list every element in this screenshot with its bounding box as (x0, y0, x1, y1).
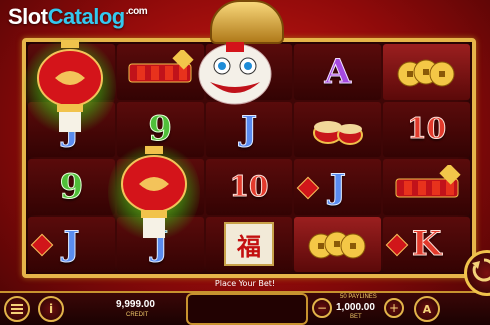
tag-icon (30, 233, 54, 257)
symbol-fu: 福 (205, 216, 293, 272)
lantern-icon (121, 146, 187, 238)
control-bar: i 9,999.00 CREDIT − 50 PAYLINES 1,000.00… (0, 291, 490, 325)
symbol-10: 10 (383, 101, 470, 157)
symbol-coins (294, 216, 382, 272)
letter-10: 10 (229, 169, 269, 203)
symbol-coins (383, 44, 470, 100)
watermark-catalog: Catalog (47, 4, 126, 29)
winning-lantern-2 (108, 140, 200, 244)
drums-icon (312, 121, 363, 146)
menu-button[interactable] (4, 296, 30, 322)
symbol-firecrackers (116, 44, 204, 100)
symbol-10: 10 (205, 159, 293, 215)
letter-A: A (324, 51, 351, 92)
letter-9: 9 (59, 166, 84, 207)
bet-decrease-button[interactable]: − (312, 298, 332, 318)
letter-J: J (240, 109, 258, 150)
symbol-J: J (28, 216, 115, 272)
symbol-A: A (294, 44, 382, 100)
spin-icon (472, 258, 490, 282)
credit-value: 9,999.00 (116, 299, 155, 310)
letter-J: J (329, 166, 346, 207)
tag-icon (297, 176, 320, 200)
bet-value: 1,000.00 (336, 302, 375, 313)
letter-10: 10 (407, 112, 447, 146)
symbol-firecrackers (383, 159, 470, 215)
letter-K: K (411, 224, 442, 265)
info-button[interactable]: i (38, 296, 64, 322)
symbol-9: 9 (28, 159, 115, 215)
tag-icon (385, 233, 409, 257)
hamburger-icon (11, 304, 23, 314)
coins-icon (397, 59, 455, 87)
lion-head-icon (198, 42, 272, 105)
winning-lantern-1 (24, 34, 116, 138)
firecrackers-icon (395, 164, 461, 198)
info-icon: i (48, 302, 54, 316)
symbol-J: J (205, 101, 293, 157)
lantern-icon (37, 40, 103, 132)
coins-icon (308, 231, 366, 259)
status-message: Place Your Bet! (214, 279, 276, 288)
symbol-J: J (294, 159, 382, 215)
symbol-drums (294, 101, 382, 157)
fu-character: 福 (223, 222, 274, 267)
plus-icon: + (388, 301, 400, 315)
letter-J: J (63, 224, 80, 265)
paylines-label: 50 PAYLINES (340, 294, 377, 300)
symbol-K: K (383, 216, 470, 272)
slotcatalog-watermark: SlotCatalog.com (8, 4, 148, 30)
autoplay-button[interactable]: A (414, 296, 440, 322)
bet-increase-button[interactable]: + (384, 298, 404, 318)
minus-icon: − (316, 301, 328, 315)
credit-label: CREDIT (126, 312, 149, 318)
bet-label: BET (350, 314, 362, 320)
lion-dance-symbol (196, 38, 274, 108)
autoplay-icon: A (422, 302, 432, 316)
firecrackers-icon (128, 49, 194, 83)
watermark-com: .com (125, 6, 148, 17)
watermark-slot: Slot (8, 4, 48, 29)
message-panel (186, 293, 308, 325)
